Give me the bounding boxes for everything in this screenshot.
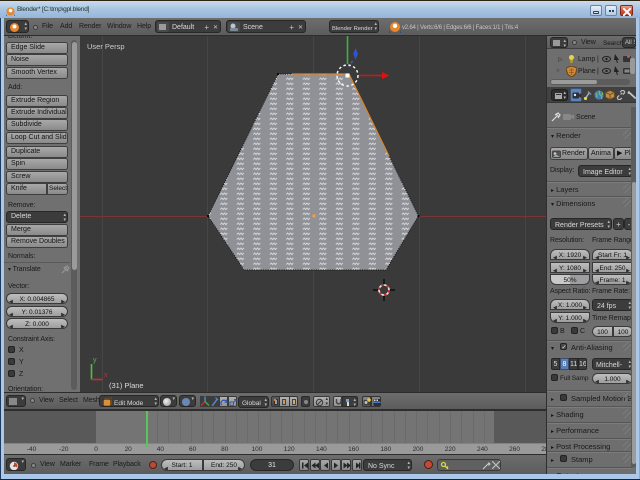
svg-text:User Persp: User Persp xyxy=(87,42,125,51)
svg-text:(31) Plane: (31) Plane xyxy=(109,381,144,390)
svg-text:x: x xyxy=(104,372,108,379)
svg-text:y: y xyxy=(93,357,97,364)
